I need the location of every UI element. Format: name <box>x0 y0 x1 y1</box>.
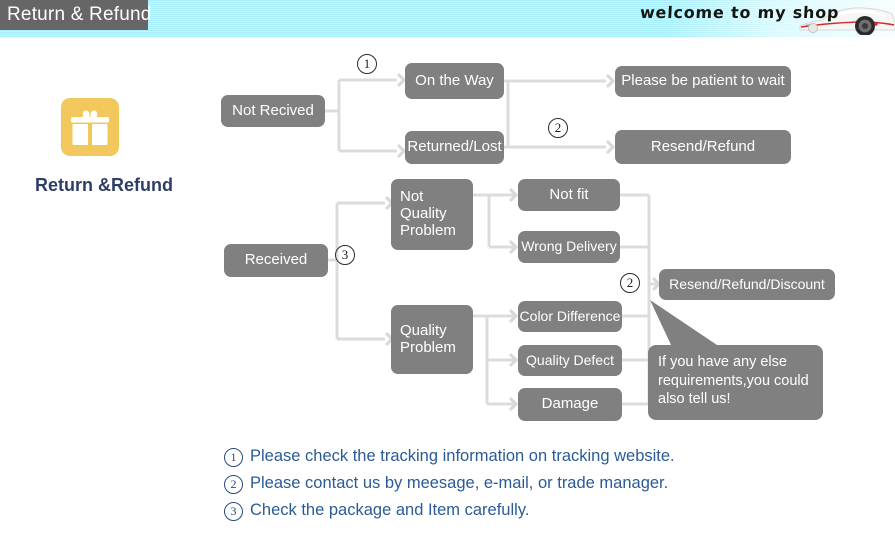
node-label: Wrong Delivery <box>521 238 617 255</box>
marker-label: 1 <box>363 56 371 71</box>
legend-text: Check the package and Item carefully. <box>250 501 530 519</box>
marker-2-top: 2 <box>548 118 568 138</box>
legend-item: 3 Check the package and Item carefully. <box>224 500 744 521</box>
node-on-the-way[interactable]: On the Way <box>405 63 504 99</box>
node-label: Resend/Refund <box>650 137 756 155</box>
marker-label: 2 <box>554 120 562 135</box>
node-wrong-delivery[interactable]: Wrong Delivery <box>518 231 620 263</box>
node-label: Not Recived <box>232 101 314 119</box>
legend-number: 2 <box>224 475 243 494</box>
node-label: Not Quality Problem <box>400 188 456 239</box>
node-label: Color Difference <box>519 307 621 324</box>
bubble-line-2: requirements,you could <box>658 372 809 389</box>
node-damage[interactable]: Damage <box>518 388 622 421</box>
node-label: Not fit <box>549 185 589 203</box>
legend-text: Please check the tracking information on… <box>250 447 675 465</box>
bubble-line-1: If you have any else <box>658 354 787 370</box>
node-quality-problem[interactable]: Quality Problem <box>391 305 473 374</box>
node-label: Received <box>244 251 308 269</box>
node-resend-refund-discount[interactable]: Resend/Refund/Discount <box>659 269 835 300</box>
node-label: On the Way <box>415 71 494 89</box>
node-label: Returned/Lost <box>407 138 502 156</box>
bubble-line-3: also tell us! <box>658 391 731 408</box>
node-not-fit[interactable]: Not fit <box>518 179 620 211</box>
node-returned-lost[interactable]: Returned/Lost <box>405 131 504 164</box>
legend-number: 3 <box>224 502 243 521</box>
node-label: Quality Problem <box>400 321 456 356</box>
node-received[interactable]: Received <box>224 244 328 277</box>
legend-text: Please contact us by meesage, e-mail, or… <box>250 474 669 492</box>
marker-2-right: 2 <box>620 273 640 293</box>
node-label: Please be patient to wait <box>621 72 785 90</box>
marker-3-middle: 3 <box>335 245 355 265</box>
node-label: Damage <box>541 395 599 413</box>
marker-1-top: 1 <box>357 54 377 74</box>
node-color-difference[interactable]: Color Difference <box>518 301 622 332</box>
node-quality-defect[interactable]: Quality Defect <box>518 345 622 376</box>
legend-list: 1 Please check the tracking information … <box>224 446 744 527</box>
node-not-received[interactable]: Not Recived <box>221 95 325 127</box>
page-root: Return & Refund welcome to my shop Retur… <box>0 0 895 553</box>
node-not-quality-problem[interactable]: Not Quality Problem <box>391 179 473 250</box>
node-please-be-patient[interactable]: Please be patient to wait <box>615 66 791 97</box>
node-resend-refund[interactable]: Resend/Refund <box>615 130 791 164</box>
node-label: Resend/Refund/Discount <box>669 275 825 292</box>
node-label: Quality Defect <box>526 351 614 368</box>
legend-item: 1 Please check the tracking information … <box>224 446 744 467</box>
legend-item: 2 Please contact us by meesage, e-mail, … <box>224 473 744 494</box>
marker-label: 3 <box>341 247 349 262</box>
legend-number: 1 <box>224 448 243 467</box>
marker-label: 2 <box>626 275 634 290</box>
speech-bubble: If you have any else requirements,you co… <box>648 345 823 420</box>
